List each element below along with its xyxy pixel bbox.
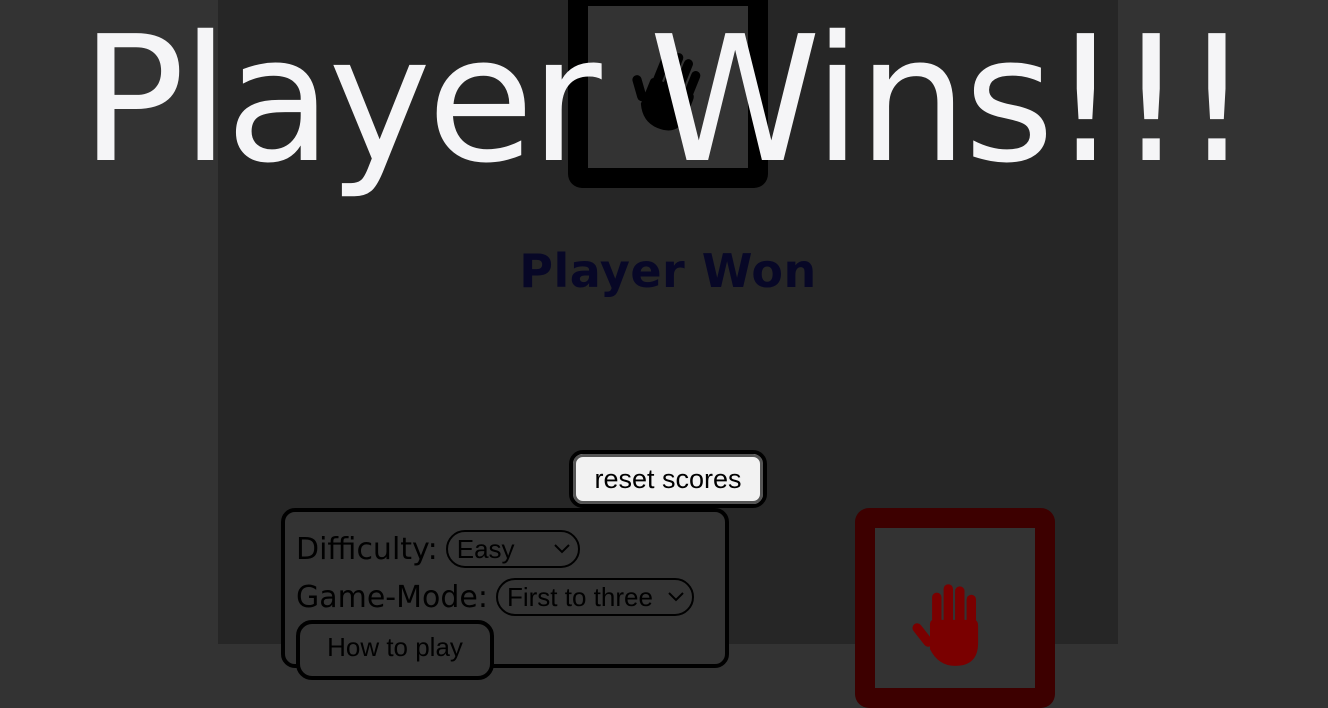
reset-scores-button[interactable]: reset scores [569, 450, 767, 508]
round-result-text: Player Won [519, 244, 817, 298]
paper-hand-icon [632, 53, 701, 131]
computer-choice-card [568, 0, 768, 188]
game-mode-value: First to three [506, 581, 653, 612]
chevron-down-icon [554, 544, 570, 554]
how-to-play-button[interactable]: How to play [296, 620, 494, 680]
game-mode-row: Game-Mode: First to three [296, 578, 694, 616]
difficulty-value: Easy [456, 533, 515, 564]
paper-hand-icon [912, 584, 979, 666]
game-mode-label: Game-Mode: [296, 579, 488, 615]
difficulty-select[interactable]: Easy [445, 530, 580, 568]
player-choice-card [855, 508, 1055, 708]
difficulty-row: Difficulty: Easy [296, 530, 580, 568]
game-mode-select[interactable]: First to three [495, 578, 694, 616]
difficulty-label: Difficulty: [296, 531, 438, 567]
chevron-down-icon [668, 592, 684, 602]
settings-panel: Difficulty: Easy Game-Mode: First to thr… [281, 508, 729, 680]
